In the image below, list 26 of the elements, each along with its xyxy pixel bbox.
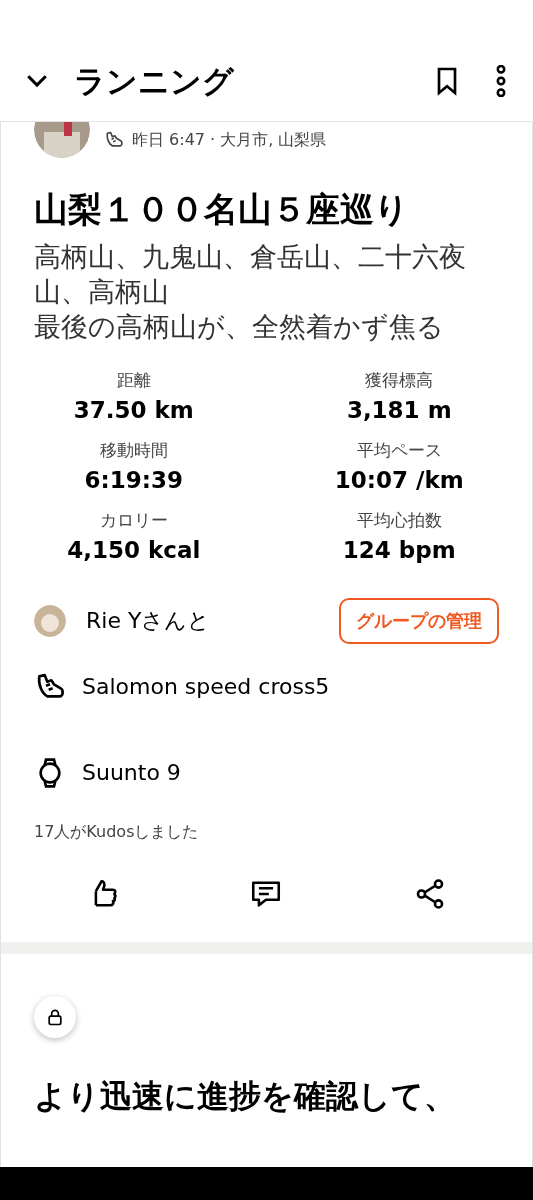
stat-label: 距離 (116, 368, 151, 392)
stat-value: 6:19:39 (84, 466, 183, 496)
promo-title: より迅速に進捗を確認して、 (34, 1075, 457, 1117)
manage-group-button[interactable]: グループの管理 (339, 597, 499, 644)
stat-value: 124 bpm (342, 536, 456, 566)
more-icon[interactable] (495, 65, 507, 97)
activity-title: 山梨１００名山５座巡り (34, 188, 410, 231)
stat-label: 平均心拍数 (356, 508, 442, 532)
activity-description: 高柄山、九鬼山、倉岳山、二十六夜山、高柄山 (34, 239, 467, 309)
kudos-count: 17人がKudosしました (33, 820, 200, 843)
stat-label: 平均ペース (356, 438, 442, 462)
gear-name: Salomon speed cross5 (82, 673, 330, 702)
group-text: Rie Yさんと (86, 607, 211, 636)
stat-label: カロリー (99, 508, 168, 532)
gear-name: Suunto 9 (82, 759, 181, 788)
stat-label: 獲得標高 (365, 368, 434, 392)
stat-value: 37.50 km (73, 396, 194, 426)
activity-meta: 昨日 6:47 · 大月市, 山梨県 (132, 129, 327, 151)
page-title: ランニング (74, 66, 234, 97)
stat-value: 10:07 /km (334, 466, 464, 496)
stat-label: 移動時間 (99, 438, 168, 462)
stat-value: 3,181 m (346, 396, 452, 426)
stat-value: 4,150 kcal (67, 536, 201, 566)
sneaker-icon (104, 130, 124, 150)
activity-description: 最後の高柄山が、全然着かず焦る (34, 309, 445, 344)
avatar (34, 604, 66, 637)
